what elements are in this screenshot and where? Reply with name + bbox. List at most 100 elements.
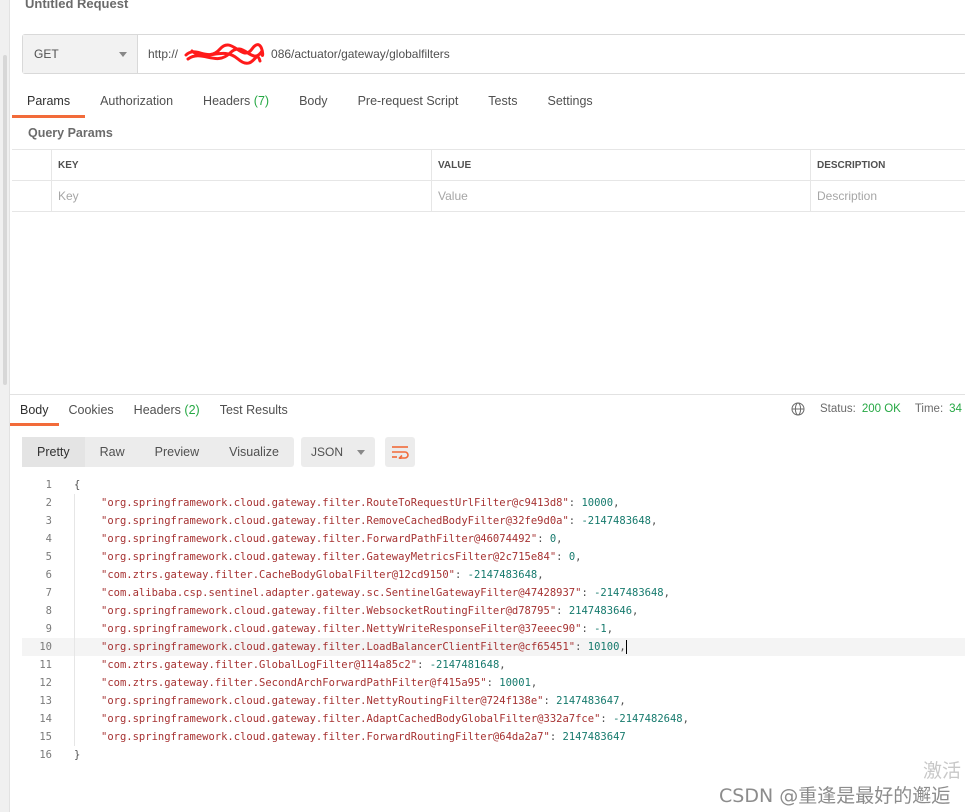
tab-pre-request-script[interactable]: Pre-request Script xyxy=(343,88,474,116)
json-key: "org.springframework.cloud.gateway.filte… xyxy=(101,695,544,707)
json-comma: , xyxy=(575,551,582,563)
indent-guide xyxy=(74,710,75,728)
line-number: 7 xyxy=(45,587,52,599)
params-empty-row: Key Value Description xyxy=(12,181,965,212)
params-check-col xyxy=(12,150,52,180)
response-tabs: Body Cookies Headers (2) Test Results xyxy=(10,400,298,426)
line-number: 1 xyxy=(45,479,52,491)
tab-cookies[interactable]: Cookies xyxy=(59,400,124,426)
line-number: 15 xyxy=(39,731,52,743)
code-line: 16} xyxy=(22,746,965,764)
tab-headers[interactable]: Headers (7) xyxy=(188,88,284,116)
json-entry: "org.springframework.cloud.gateway.filte… xyxy=(56,710,689,728)
json-entry: "org.springframework.cloud.gateway.filte… xyxy=(56,728,626,746)
globe-icon[interactable] xyxy=(791,402,805,416)
indent-guide xyxy=(74,494,75,512)
code-line: 5 "org.springframework.cloud.gateway.filt… xyxy=(22,548,965,566)
format-label: JSON xyxy=(311,445,344,459)
json-comma: , xyxy=(663,587,670,599)
pane-divider[interactable] xyxy=(10,394,965,395)
code-line: 13 "org.springframework.cloud.gateway.fil… xyxy=(22,692,965,710)
json-entry: "org.springframework.cloud.gateway.filte… xyxy=(56,548,581,566)
json-key: "com.alibaba.csp.sentinel.adapter.gatewa… xyxy=(101,587,582,599)
json-colon: : xyxy=(581,587,595,599)
json-comma: , xyxy=(537,569,544,581)
scrollbar-thumb[interactable] xyxy=(3,55,7,385)
json-entry: "com.ztrs.gateway.filter.GlobalLogFilter… xyxy=(56,656,506,674)
view-mode-toolbar: Pretty Raw Preview Visualize xyxy=(22,437,294,467)
json-colon: : xyxy=(417,659,430,671)
json-colon: : xyxy=(568,497,582,509)
wrap-lines-button[interactable] xyxy=(385,437,415,467)
json-comma: , xyxy=(530,677,538,689)
line-number: 11 xyxy=(39,659,52,671)
json-entry: "org.springframework.cloud.gateway.filte… xyxy=(56,620,613,638)
value-input[interactable]: Value xyxy=(432,181,811,211)
code-line: 6 "com.ztrs.gateway.filter.CacheBodyGloba… xyxy=(22,566,965,584)
params-table: KEY VALUE DESCRIPTION Key Value Descript… xyxy=(12,149,965,212)
line-number: 9 xyxy=(45,623,52,635)
json-key: "org.springframework.cloud.gateway.filte… xyxy=(101,623,582,635)
time-value[interactable]: 34 r xyxy=(949,403,965,415)
request-tabs: Params Authorization Headers (7) Body Pr… xyxy=(12,88,608,118)
tab-settings[interactable]: Settings xyxy=(532,88,607,116)
params-header-row: KEY VALUE DESCRIPTION xyxy=(12,150,965,181)
json-key: "org.springframework.cloud.gateway.filte… xyxy=(101,515,569,527)
format-select[interactable]: JSON xyxy=(301,437,375,467)
json-colon: : xyxy=(568,515,582,527)
method-select[interactable]: GET xyxy=(23,35,138,73)
tab-test-results[interactable]: Test Results xyxy=(210,400,298,426)
status-value[interactable]: 200 OK xyxy=(862,403,901,415)
indent-guide xyxy=(74,620,75,638)
json-key: "com.ztrs.gateway.filter.GlobalLogFilter… xyxy=(101,659,418,671)
code-line: 4 "org.springframework.cloud.gateway.filt… xyxy=(22,530,965,548)
line-number: 2 xyxy=(45,497,52,509)
response-body-editor[interactable]: 1{2 "org.springframework.cloud.gateway.fi… xyxy=(22,476,965,764)
json-comma: , xyxy=(499,659,506,671)
chevron-down-icon xyxy=(357,449,365,455)
json-entry: "org.springframework.cloud.gateway.filte… xyxy=(56,494,619,512)
json-colon: : xyxy=(543,695,557,707)
indent-guide xyxy=(74,656,75,674)
indent-guide xyxy=(74,584,75,602)
json-key: "com.ztrs.gateway.filter.SecondArchForwa… xyxy=(101,677,487,689)
line-number: 4 xyxy=(45,533,52,545)
chevron-down-icon xyxy=(119,51,127,57)
tab-authorization[interactable]: Authorization xyxy=(85,88,188,116)
json-colon: : xyxy=(556,551,569,563)
line-number: 10 xyxy=(39,641,52,653)
line-number: 8 xyxy=(45,605,52,617)
tab-params[interactable]: Params xyxy=(12,88,86,118)
json-colon: : xyxy=(537,533,550,545)
view-pretty[interactable]: Pretty xyxy=(22,437,85,467)
tab-tests[interactable]: Tests xyxy=(473,88,532,116)
json-entry: "org.springframework.cloud.gateway.filte… xyxy=(56,638,627,656)
view-raw[interactable]: Raw xyxy=(85,437,140,467)
url-input[interactable]: http://086/actuator/gateway/globalfilter… xyxy=(138,35,965,73)
json-key: "org.springframework.cloud.gateway.filte… xyxy=(101,731,550,743)
json-entry: "com.ztrs.gateway.filter.CacheBodyGlobal… xyxy=(56,566,544,584)
json-colon: : xyxy=(581,623,595,635)
json-brace: } xyxy=(74,749,81,761)
json-entry: "org.springframework.cloud.gateway.filte… xyxy=(56,530,563,548)
description-input[interactable]: Description xyxy=(811,181,965,211)
tab-response-headers[interactable]: Headers (2) xyxy=(124,400,210,426)
json-key: "org.springframework.cloud.gateway.filte… xyxy=(101,497,569,509)
json-key: "org.springframework.cloud.gateway.filte… xyxy=(101,713,601,725)
tab-response-body[interactable]: Body xyxy=(10,400,59,426)
column-key: KEY xyxy=(52,150,432,180)
json-entry: "com.alibaba.csp.sentinel.adapter.gatewa… xyxy=(56,584,670,602)
json-comma: , xyxy=(606,623,614,635)
json-value: 2147483647 xyxy=(556,695,620,707)
left-scroll-track[interactable] xyxy=(0,0,10,812)
line-number: 12 xyxy=(39,677,52,689)
json-comma: , xyxy=(556,533,563,545)
key-input[interactable]: Key xyxy=(52,181,432,211)
code-line: 12 "com.ztrs.gateway.filter.SecondArchFor… xyxy=(22,674,965,692)
view-preview[interactable]: Preview xyxy=(140,437,214,467)
line-number: 5 xyxy=(45,551,52,563)
request-title[interactable]: Untitled Request xyxy=(25,0,128,11)
tab-body[interactable]: Body xyxy=(284,88,343,116)
view-visualize[interactable]: Visualize xyxy=(214,437,294,467)
method-label: GET xyxy=(34,47,59,61)
